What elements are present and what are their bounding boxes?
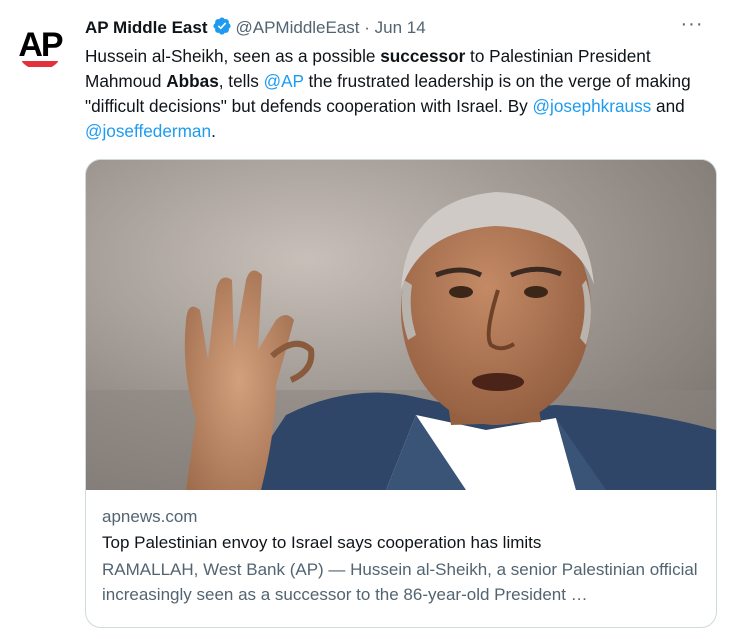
card-body: apnews.com Top Palestinian envoy to Isra…: [102, 504, 700, 607]
more-options-icon[interactable]: ···: [675, 12, 709, 42]
tweet-text-segment: .: [211, 121, 216, 141]
card-headline: Top Palestinian envoy to Israel says coo…: [102, 533, 542, 552]
ap-logo-bar: [22, 61, 58, 67]
card-description: RAMALLAH, West Bank (AP) — Hussein al-Sh…: [102, 560, 698, 604]
link-preview-card[interactable]: apnews.com Top Palestinian envoy to Isra…: [85, 159, 717, 628]
tweet-text-segment: Hussein al-Sheikh, seen as a possible: [85, 46, 381, 66]
account-handle[interactable]: @APMiddleEast: [236, 18, 360, 37]
keyword-successor: successor: [380, 46, 466, 66]
account-name[interactable]: AP Middle East: [85, 18, 208, 37]
separator-dot: ·: [364, 18, 370, 37]
tweet-text-segment: and: [651, 96, 685, 116]
verified-badge-icon: [212, 16, 232, 43]
tweet-text-segment: , tells: [218, 71, 264, 91]
card-domain: apnews.com: [102, 507, 198, 526]
tweet-text: Hussein al-Sheikh, seen as a possible su…: [85, 44, 710, 144]
portrait-illustration: [86, 160, 716, 490]
ap-logo-text: AP: [18, 26, 63, 64]
avatar[interactable]: AP: [16, 22, 64, 70]
mention-josephkrauss[interactable]: @josephkrauss: [533, 96, 652, 116]
mention-ap[interactable]: @AP: [264, 71, 304, 91]
mention-joseffederman[interactable]: @joseffederman: [85, 121, 211, 141]
card-image[interactable]: [86, 160, 716, 490]
tweet-date[interactable]: Jun 14: [375, 18, 426, 37]
tweet-header: AP Middle East @APMiddleEast · Jun 14 ···: [85, 13, 709, 43]
keyword-abbas: Abbas: [166, 71, 219, 91]
